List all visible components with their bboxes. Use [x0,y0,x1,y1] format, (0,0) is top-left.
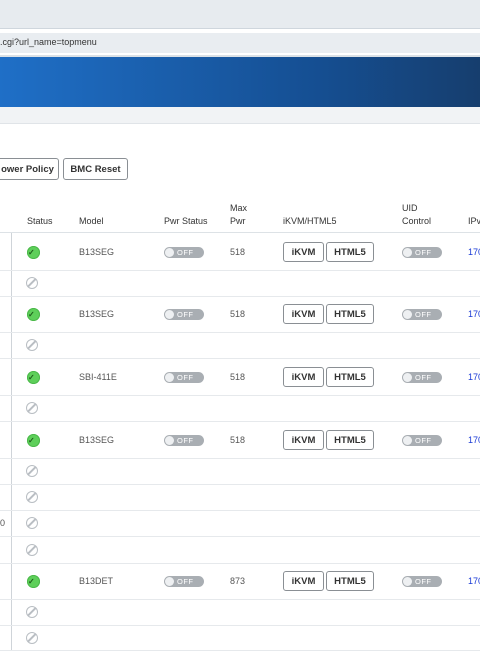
bmc-reset-button[interactable]: BMC Reset [63,158,128,180]
toggle-knob [165,248,174,257]
table-row [0,625,480,651]
toggle-knob [165,577,174,586]
header-max-pwr-line2[interactable]: Pwr [230,215,246,227]
ikvm-button[interactable]: iKVM [283,571,324,591]
uid-toggle[interactable]: OFF [402,247,442,258]
status-unavailable-icon [26,517,38,529]
table-row [0,599,480,626]
max-pwr-cell: 518 [230,372,246,382]
table-row [0,332,480,359]
header-banner [0,57,480,107]
uid-toggle[interactable]: OFF [402,576,442,587]
table-row [0,458,480,485]
table-row [0,510,480,537]
max-pwr-cell: 518 [230,247,246,257]
toggle-label: OFF [415,248,432,257]
left-cell-fragment: 0 [0,518,6,528]
power-policy-button[interactable]: ower Policy [0,158,59,180]
toggle-label: OFF [177,373,194,382]
status-unavailable-icon [26,606,38,618]
toggle-label: OFF [415,310,432,319]
max-pwr-cell: 518 [230,435,246,445]
power-toggle[interactable]: OFF [164,576,204,587]
power-toggle[interactable]: OFF [164,247,204,258]
model-cell: B13DET [79,576,114,586]
status-unavailable-icon [26,402,38,414]
toggle-knob [165,373,174,382]
status-ok-icon: ✓ [27,246,40,259]
model-cell: B13SEG [79,309,115,319]
model-cell: B13SEG [79,247,115,257]
toggle-knob [165,310,174,319]
ikvm-button[interactable]: iKVM [283,430,324,450]
status-unavailable-icon [26,491,38,503]
toggle-knob [403,436,412,445]
ipv-link[interactable]: 170 [468,247,480,257]
status-unavailable-icon [26,465,38,477]
address-bar-url[interactable]: .cgi?url_name=topmenu [0,37,97,47]
header-pwr-status[interactable]: Pwr Status [164,215,208,227]
status-unavailable-icon [26,544,38,556]
html5-button[interactable]: HTML5 [326,430,374,450]
uid-toggle[interactable]: OFF [402,372,442,383]
ipv-link[interactable]: 170 [468,309,480,319]
header-uid-line2[interactable]: Control [402,215,431,227]
toggle-knob [403,373,412,382]
toggle-label: OFF [177,436,194,445]
toggle-label: OFF [177,577,194,586]
toggle-knob [165,436,174,445]
header-uid-line1[interactable]: UID [402,202,418,214]
toggle-knob [403,577,412,586]
html5-button[interactable]: HTML5 [326,367,374,387]
status-ok-icon: ✓ [27,371,40,384]
header-max-pwr-line1[interactable]: Max [230,202,247,214]
status-unavailable-icon [26,277,38,289]
top-menu-bar [0,107,480,124]
ikvm-button[interactable]: iKVM [283,304,324,324]
header-status[interactable]: Status [27,215,53,227]
toggle-label: OFF [415,577,432,586]
toggle-label: OFF [177,310,194,319]
status-ok-icon: ✓ [27,434,40,447]
ipv-link[interactable]: 170 [468,435,480,445]
model-cell: B13SEG [79,435,115,445]
header-ikvm-html5[interactable]: iKVM/HTML5 [283,215,337,227]
status-ok-icon: ✓ [27,308,40,321]
status-ok-icon: ✓ [27,575,40,588]
toggle-label: OFF [415,436,432,445]
ikvm-button[interactable]: iKVM [283,367,324,387]
max-pwr-cell: 518 [230,309,246,319]
ipv-link[interactable]: 170 [468,372,480,382]
uid-toggle[interactable]: OFF [402,435,442,446]
html5-button[interactable]: HTML5 [326,242,374,262]
toggle-knob [403,310,412,319]
ikvm-button[interactable]: iKVM [283,242,324,262]
max-pwr-cell: 873 [230,576,246,586]
table-row [0,484,480,511]
toggle-knob [403,248,412,257]
model-cell: SBI-411E [79,372,117,382]
uid-toggle[interactable]: OFF [402,309,442,320]
toggle-label: OFF [177,248,194,257]
toggle-label: OFF [415,373,432,382]
power-toggle[interactable]: OFF [164,309,204,320]
status-unavailable-icon [26,632,38,644]
power-toggle[interactable]: OFF [164,372,204,383]
html5-button[interactable]: HTML5 [326,571,374,591]
table-row [0,270,480,297]
power-toggle[interactable]: OFF [164,435,204,446]
table-row [0,395,480,422]
table-row [0,536,480,564]
status-unavailable-icon [26,339,38,351]
browser-tab-strip [0,0,480,29]
header-ipv[interactable]: IPv [468,215,480,227]
ipv-link[interactable]: 170 [468,576,480,586]
header-model[interactable]: Model [79,215,104,227]
html5-button[interactable]: HTML5 [326,304,374,324]
